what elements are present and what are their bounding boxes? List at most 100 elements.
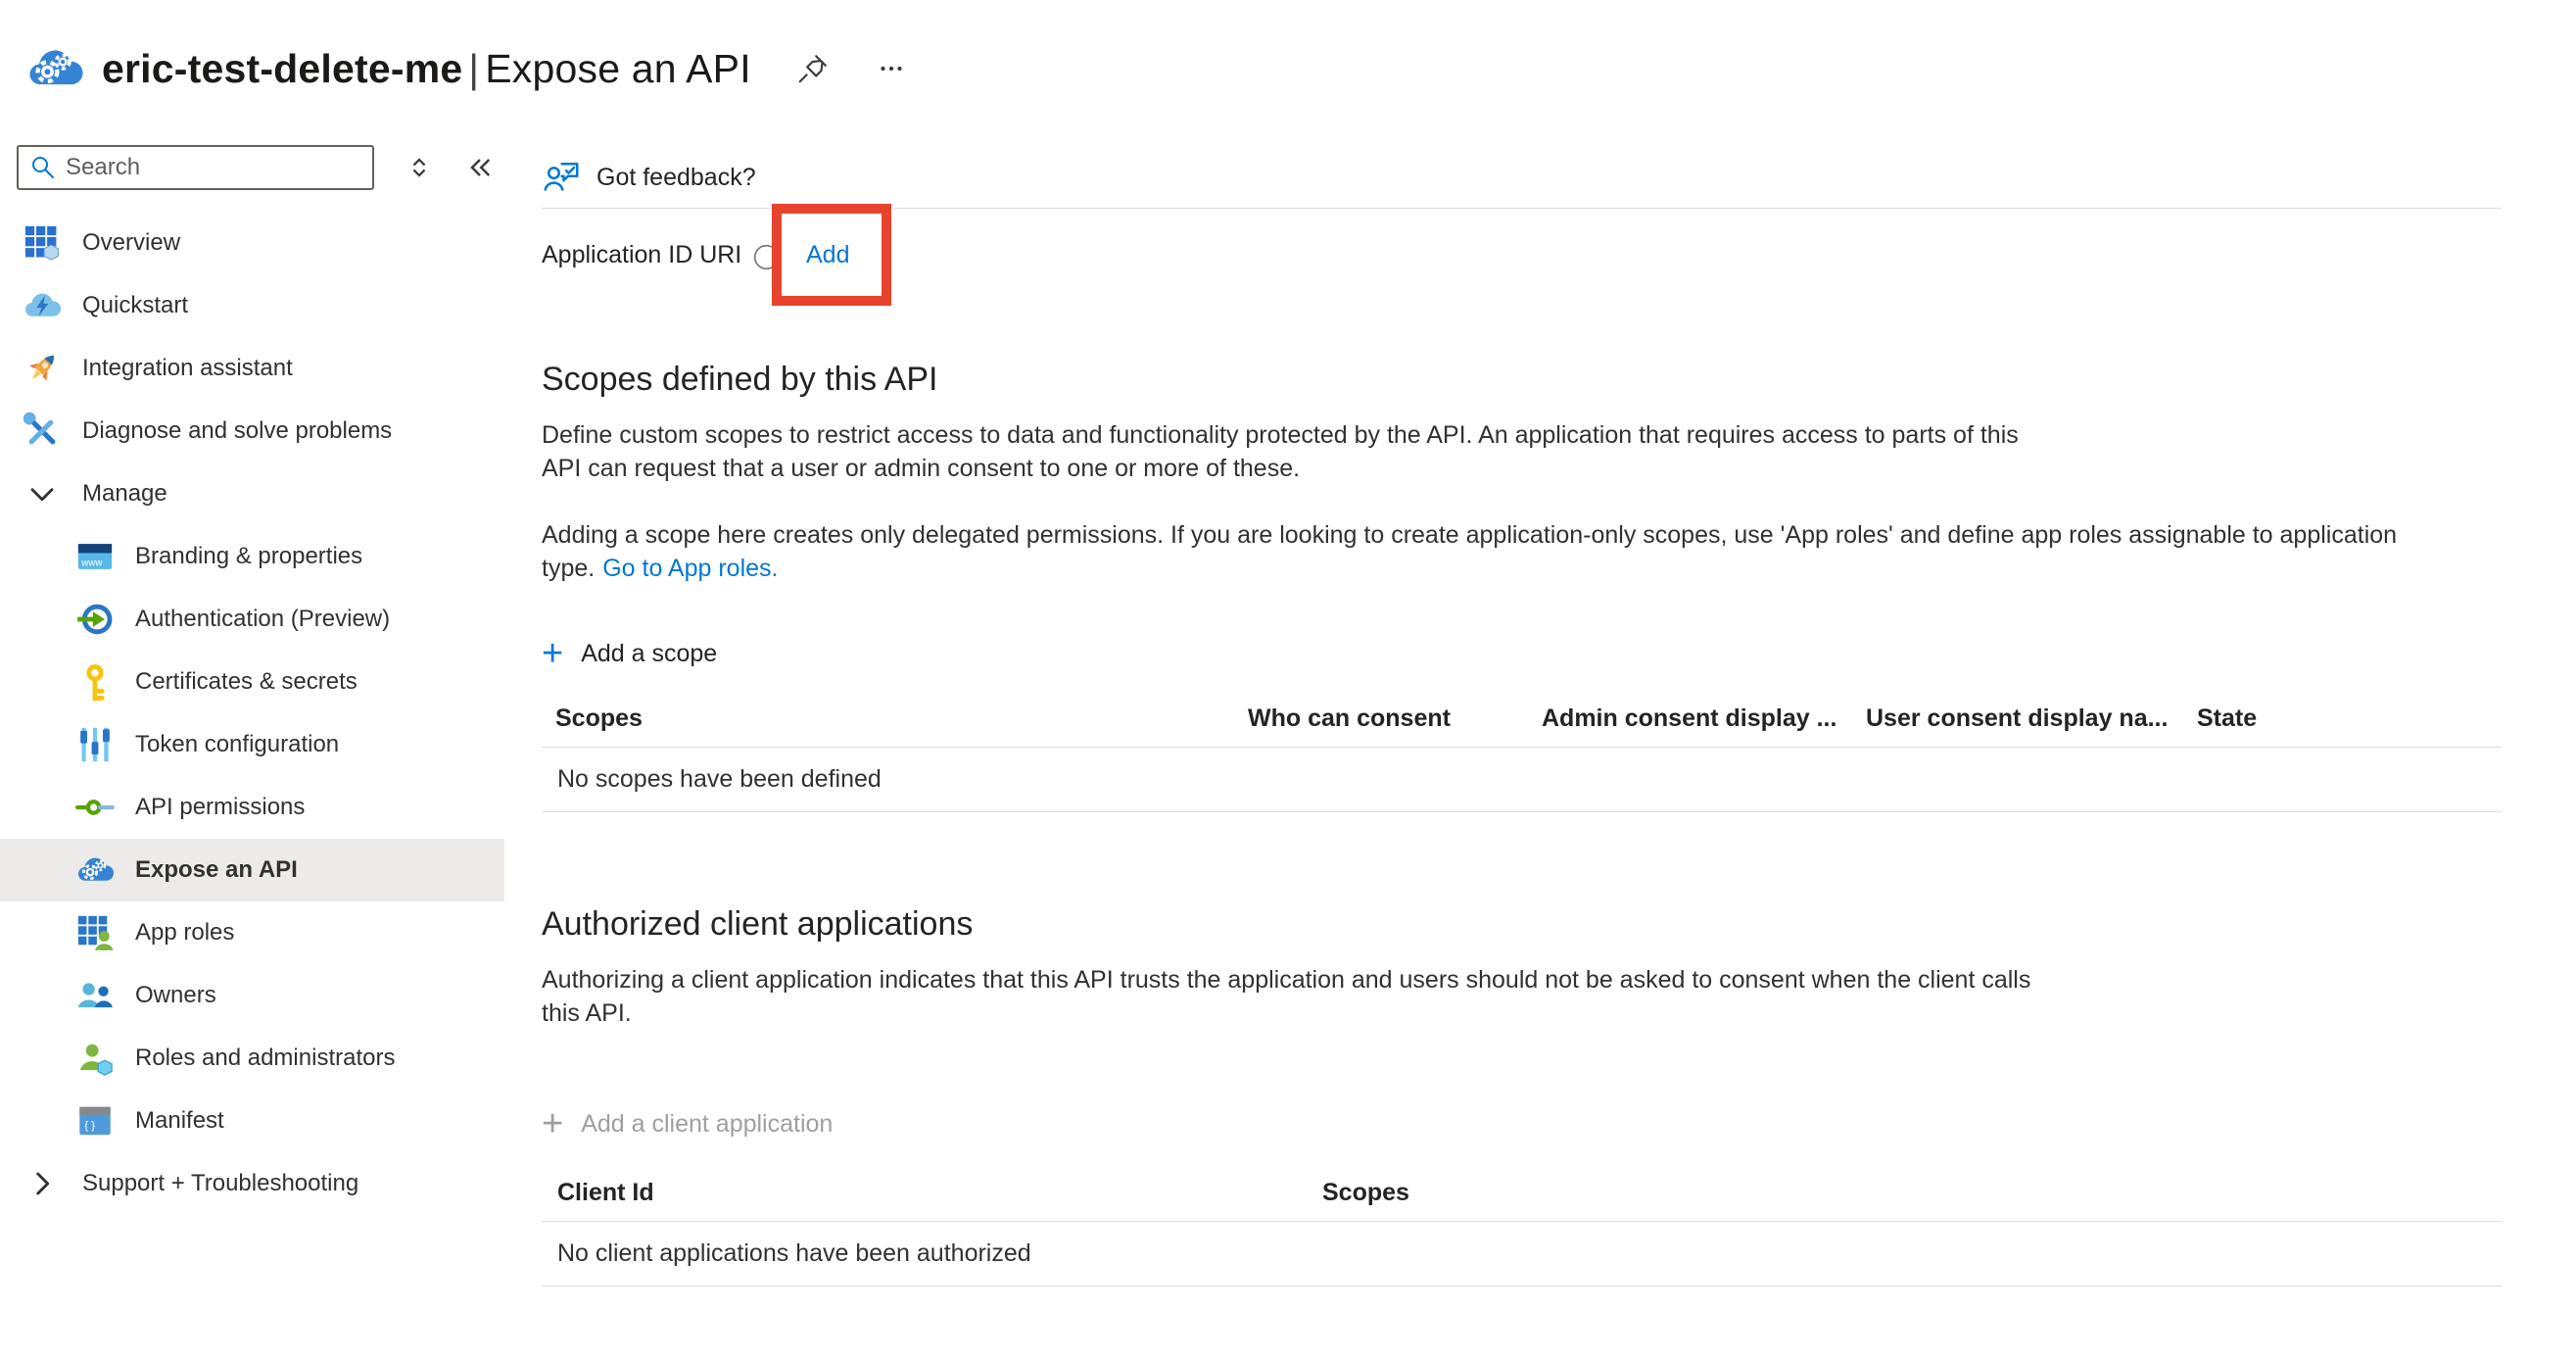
sidebar-item-api-permissions[interactable]: API permissions [0,776,504,839]
column-header-client-scopes: Scopes [1322,1179,1616,1207]
info-icon [753,244,780,275]
roles-administrators-icon [74,1038,116,1079]
pin-icon[interactable] [796,52,830,85]
expose-an-api-icon [74,850,116,891]
authentication-icon [74,599,116,640]
manifest-icon: { } [74,1100,116,1141]
svg-text:www: www [80,558,103,568]
plus-icon: + [542,636,563,671]
sidebar-item-label: Owners [135,982,216,1009]
sidebar-item-label: API permissions [135,794,305,821]
chevron-down-icon [22,473,63,514]
owners-icon [74,975,116,1016]
sidebar-item-app-roles[interactable]: App roles [0,901,504,964]
sidebar-item-label: Manifest [135,1107,224,1135]
sidebar-item-diagnose[interactable]: Diagnose and solve problems [0,400,504,462]
app-registration-cloud-icon [25,39,84,98]
sidebar-item-label: Authentication (Preview) [135,606,390,633]
sidebar-group-manage[interactable]: Manage [0,462,504,525]
sidebar-item-certificates-secrets[interactable]: Certificates & secrets [0,651,504,713]
description-line: Define custom scopes to restrict access … [542,418,2502,452]
scopes-empty-message: No scopes have been defined [542,748,2502,811]
sidebar-item-label: Roles and administrators [135,1044,395,1072]
note-line: type.Go to App roles. [542,552,2502,585]
description-line: this API. [542,996,2502,1030]
sidebar-item-expose-an-api[interactable]: Expose an API [0,839,504,901]
page-header: eric-test-delete-me|Expose an API [0,0,2576,137]
sidebar-item-label: App roles [135,919,234,947]
scopes-section-title: Scopes defined by this API [542,358,2502,401]
plus-icon: + [542,1106,563,1141]
add-a-client-application-label: Add a client application [581,1110,833,1139]
page-title: eric-test-delete-me|Expose an API [102,46,751,92]
sidebar-item-label: Certificates & secrets [135,668,358,696]
column-header-client-id: Client Id [557,1179,1322,1207]
sidebar-item-token-configuration[interactable]: Token configuration [0,713,504,776]
sidebar-item-roles-administrators[interactable]: Roles and administrators [0,1027,504,1090]
sidebar-item-label: Token configuration [135,731,339,758]
sidebar-item-manifest[interactable]: { } Manifest [0,1090,504,1152]
authorized-clients-section: Authorized client applications Authorizi… [542,902,2502,1287]
svg-text:{ }: { } [84,1120,95,1132]
scopes-section-description: Define custom scopes to restrict access … [542,418,2502,485]
feedback-icon [542,158,581,197]
more-icon[interactable] [875,52,908,85]
search-input[interactable] [66,154,362,181]
got-feedback-label: Got feedback? [596,164,756,192]
branding-properties-icon: www [74,536,116,577]
application-id-uri-row: Application ID URI Add [542,209,2502,358]
search-icon [28,153,58,182]
api-permissions-icon [74,787,116,828]
quickstart-icon [22,285,63,326]
authorized-clients-description: Authorizing a client application indicat… [542,963,2502,1030]
add-a-client-application-button[interactable]: + Add a client application [542,1104,833,1143]
scopes-table-header: Scopes Who can consent Admin consent dis… [542,704,2502,733]
authorized-clients-title: Authorized client applications [542,902,2502,946]
sidebar-group-support-troubleshooting[interactable]: Support + Troubleshooting [0,1152,504,1215]
chevron-right-icon [22,1163,63,1204]
collapse-menu-icon[interactable] [464,152,496,183]
sidebar-item-overview[interactable]: Overview [0,212,504,274]
sidebar-item-label: Branding & properties [135,543,362,570]
column-header-user-consent-display: User consent display na... [1866,704,2197,733]
sidebar-item-quickstart[interactable]: Quickstart [0,274,504,337]
description-line: Authorizing a client application indicat… [542,963,2502,996]
blade-content: Got feedback? Application ID URI Add Sco… [504,137,2576,1287]
add-application-id-uri-button[interactable]: Add [806,241,849,269]
note-line: Adding a scope here creates only delegat… [542,518,2502,552]
sidebar-group-label: Manage [82,480,167,508]
blade-name: Expose an API [485,46,751,91]
sidebar-item-owners[interactable]: Owners [0,964,504,1027]
sidebar-group-label: Support + Troubleshooting [82,1170,358,1197]
clients-empty-message: No client applications have been authori… [542,1222,2502,1286]
column-header-who-can-consent: Who can consent [1248,704,1542,733]
table-divider [542,1286,2502,1287]
certificates-secrets-icon [74,661,116,703]
note-line-prefix: type. [542,552,595,585]
got-feedback-button[interactable]: Got feedback? [542,147,756,208]
description-line: API can request that a user or admin con… [542,452,2502,485]
app-roles-icon [74,912,116,953]
collapse-all-icon[interactable] [404,152,435,183]
blade-sidebar: Overview Quickstart [0,137,504,1215]
sidebar-item-integration-assistant[interactable]: Integration assistant [0,337,504,400]
integration-assistant-icon [22,348,63,389]
sidebar-item-label: Expose an API [135,856,298,884]
search-input-wrapper [17,145,374,190]
sidebar-menu: Overview Quickstart [0,212,504,1215]
table-divider [542,811,2502,812]
clients-table-header: Client Id Scopes [542,1179,2502,1207]
add-a-scope-button[interactable]: + Add a scope [542,634,717,673]
sidebar-item-label: Diagnose and solve problems [82,417,392,445]
diagnose-icon [22,411,63,452]
title-separator: | [462,46,485,91]
overview-icon [22,222,63,264]
column-header-scopes: Scopes [555,704,1248,733]
column-header-admin-consent-display: Admin consent display ... [1542,704,1866,733]
scopes-section-note: Adding a scope here creates only delegat… [542,518,2502,585]
sidebar-item-authentication[interactable]: Authentication (Preview) [0,588,504,651]
app-name: eric-test-delete-me [102,46,462,91]
go-to-app-roles-link[interactable]: Go to App roles. [602,552,778,585]
sidebar-item-label: Integration assistant [82,355,293,382]
sidebar-item-branding-properties[interactable]: www Branding & properties [0,525,504,588]
